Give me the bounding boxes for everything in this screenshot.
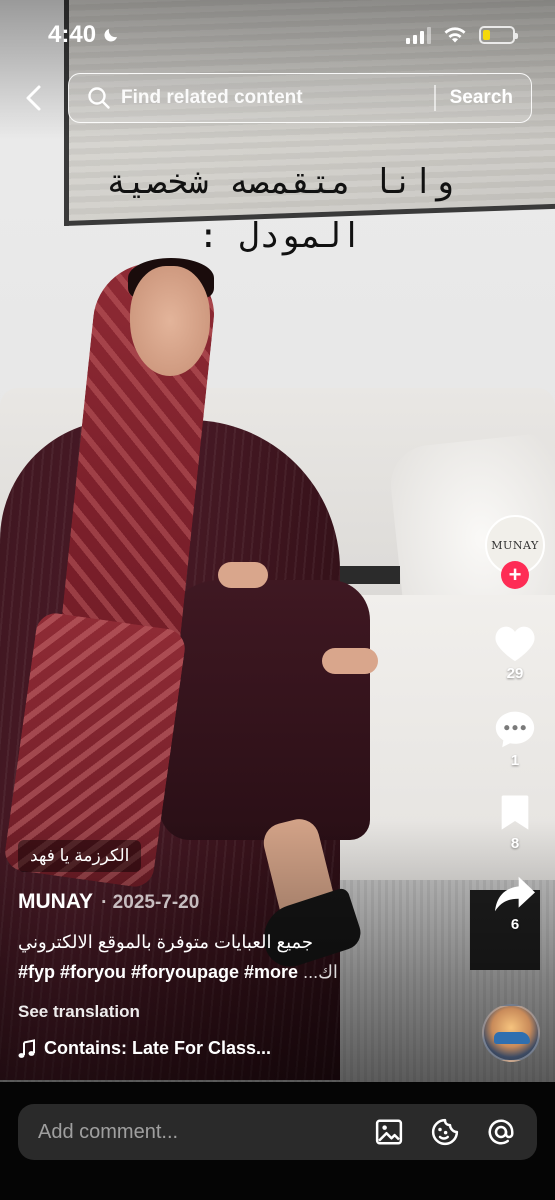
video-sticker: الكرزمة يا فهد: [18, 840, 142, 872]
cellular-signal-icon: [406, 26, 431, 44]
creator-avatar-group: MUNAY +: [485, 515, 545, 589]
chevron-left-icon: [26, 85, 41, 111]
heart-icon[interactable]: [493, 623, 537, 663]
author-line: MUNAY · 2025-7-20: [18, 890, 199, 914]
status-bar: 4:40: [0, 0, 555, 70]
share-arrow-icon[interactable]: [493, 874, 537, 914]
battery-icon: [479, 26, 518, 44]
save-action[interactable]: 8: [498, 793, 532, 852]
search-button[interactable]: Search: [450, 87, 513, 109]
comment-count: 1: [510, 752, 520, 769]
status-time: 4:40: [48, 21, 97, 48]
emoji-button[interactable]: [429, 1116, 461, 1148]
avatar-text: MUNAY: [491, 538, 539, 552]
status-icons: [406, 26, 518, 44]
follow-button[interactable]: +: [501, 561, 529, 589]
search-bar[interactable]: Find related content Search: [68, 73, 532, 123]
action-rail: MUNAY + 29 1 8 6: [483, 515, 547, 933]
back-button[interactable]: [14, 78, 54, 118]
at-sign-icon: [488, 1119, 514, 1145]
video-player[interactable]: وانا متقمصه شخصية المودل :: [0, 0, 555, 1082]
video-overlay-line1: وانا متقمصه شخصية: [106, 162, 454, 202]
model-hand-right: [322, 648, 378, 674]
image-icon: [375, 1119, 403, 1145]
wifi-icon: [444, 27, 466, 43]
emoji-icon: [431, 1118, 459, 1146]
comment-input[interactable]: Add comment...: [18, 1104, 537, 1160]
comment-action[interactable]: 1: [493, 708, 537, 769]
post-date: · 2025-7-20: [101, 892, 200, 913]
moon-icon: [104, 29, 118, 42]
battery-level: [483, 30, 490, 40]
caption-more[interactable]: ...اك: [298, 962, 338, 982]
model-face: [130, 266, 210, 376]
image-button[interactable]: [373, 1116, 405, 1148]
music-disc[interactable]: [482, 1004, 540, 1062]
music-note-icon: [18, 1038, 35, 1058]
status-time-group: 4:40: [48, 21, 120, 49]
like-count: 29: [506, 665, 524, 682]
search-divider: [434, 85, 436, 111]
search-input[interactable]: Find related content: [121, 87, 434, 109]
comment-tools: [373, 1116, 517, 1148]
author-name[interactable]: MUNAY: [18, 890, 93, 914]
mention-button[interactable]: [485, 1116, 517, 1148]
video-overlay-line2: المودل :: [198, 216, 362, 256]
save-count: 8: [510, 835, 520, 852]
caption-hashtags-line: #fyp #foryou #foryoupage #more ...اك: [18, 962, 338, 983]
share-count: 6: [510, 916, 520, 933]
like-action[interactable]: 29: [493, 623, 537, 682]
model-lap: [160, 580, 370, 840]
plus-icon: +: [508, 562, 522, 587]
comment-placeholder[interactable]: Add comment...: [38, 1121, 373, 1144]
music-info[interactable]: Contains: Late For Class...: [18, 1038, 271, 1059]
comment-bubble-icon[interactable]: [493, 708, 537, 750]
share-action[interactable]: 6: [493, 874, 537, 933]
comment-bar: Add comment...: [0, 1082, 555, 1200]
bookmark-icon[interactable]: [498, 793, 532, 833]
search-icon: [88, 87, 110, 109]
see-translation-link[interactable]: See translation: [18, 1002, 140, 1022]
caption-description: جميع العبايات متوفرة بالموقع الالكتروني: [18, 932, 314, 952]
model-hand-left: [218, 562, 268, 588]
music-title: Contains: Late For Class...: [44, 1038, 272, 1058]
caption-hashtags[interactable]: #fyp #foryou #foryoupage #more: [18, 962, 298, 982]
